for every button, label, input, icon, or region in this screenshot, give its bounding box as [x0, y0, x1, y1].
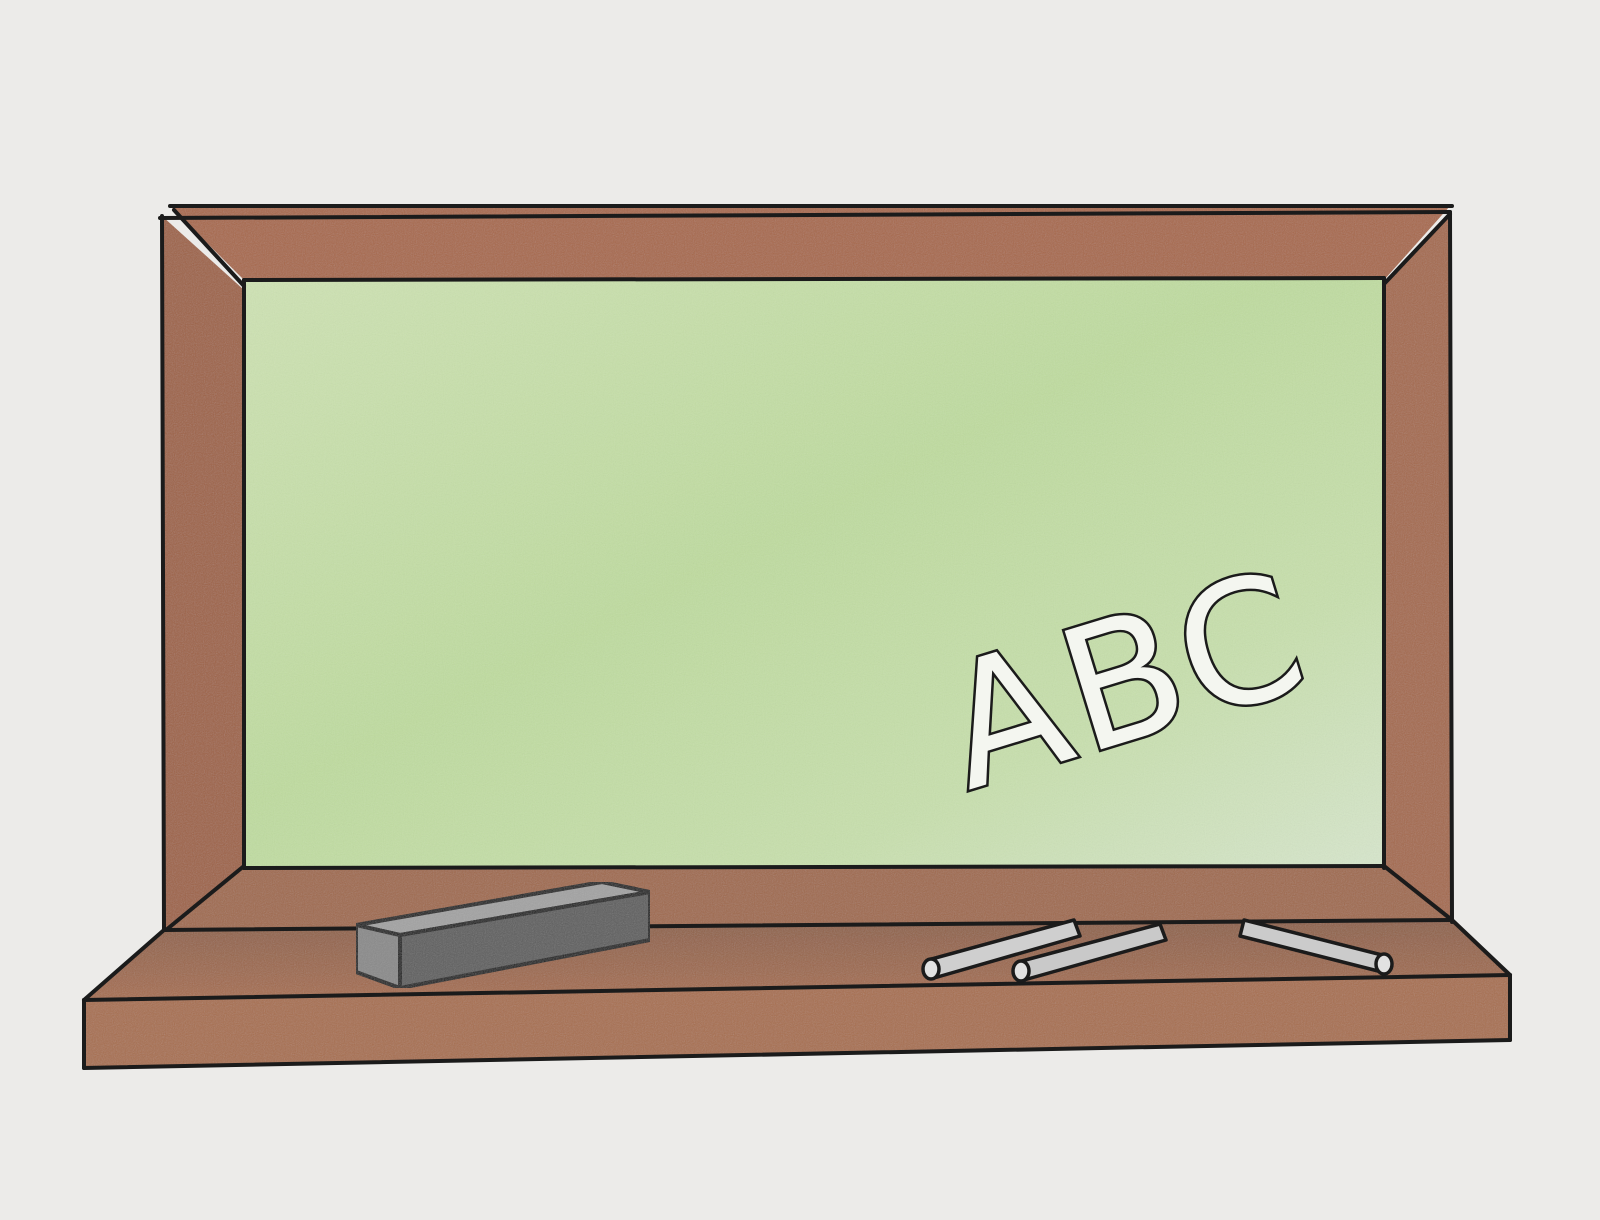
frame-left	[162, 216, 244, 930]
chalkboard-drawing: ABC	[0, 0, 1600, 1220]
frame-right	[1384, 212, 1452, 920]
chalkboard-svg: ABC	[82, 204, 1512, 1070]
